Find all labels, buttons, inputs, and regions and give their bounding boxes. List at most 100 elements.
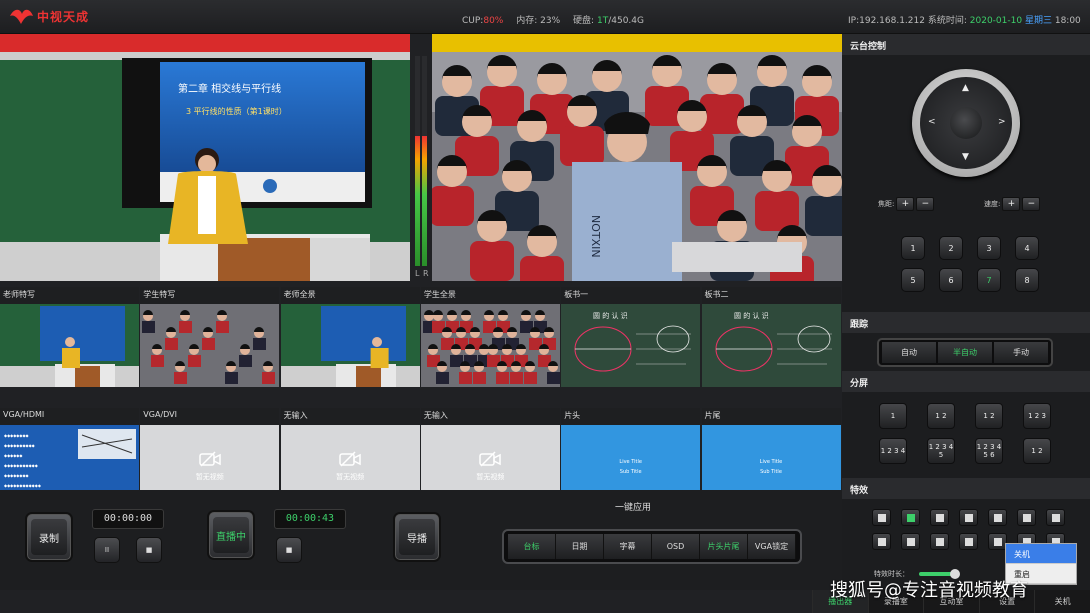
ptz-joystick[interactable]: ▲ ▼ < > [912, 69, 1020, 177]
focus-minus-button[interactable]: − [916, 197, 935, 211]
transition-effect-button[interactable] [1046, 509, 1065, 526]
apply-option[interactable]: OSD [652, 534, 700, 559]
effect-icon [907, 514, 915, 522]
preset-button[interactable]: 5 [901, 268, 925, 292]
teacher-video-frame: 第二章 相交线与平行线 3 平行线的性质（第1课时） [0, 52, 410, 281]
students-video-frame: NOTXIN [432, 52, 842, 281]
source-tile[interactable]: 学生特写 [140, 287, 280, 387]
split-layout-button[interactable]: 1 2 [927, 403, 955, 429]
transition-effect-button[interactable] [1017, 509, 1036, 526]
ptz-center-button[interactable] [950, 107, 982, 139]
transition-effect-button[interactable] [872, 533, 891, 550]
preset-button[interactable]: 2 [939, 236, 963, 260]
apply-option[interactable]: VGA锁定 [748, 534, 796, 559]
tracking-option[interactable]: 自动 [882, 342, 936, 363]
live-button[interactable]: 直播中 [207, 510, 255, 560]
split-layout-button[interactable]: 1 2 [1023, 438, 1051, 464]
stop-live-button[interactable]: ■ [276, 537, 302, 563]
effect-icon [994, 538, 1002, 546]
effect-icon [878, 538, 886, 546]
preset-button[interactable]: 7 [977, 268, 1001, 292]
transition-effect-button[interactable] [930, 509, 949, 526]
right-panel: 云台控制 ▲ ▼ < > 焦距: + − 速度: + − 12345678 跟踪… [842, 34, 1090, 613]
ptz-left-arrow-icon[interactable]: < [928, 117, 936, 127]
split-layout-button[interactable]: 1 2 3 4 5 [927, 438, 955, 464]
pause-button[interactable]: II [94, 537, 120, 563]
watermark: 搜狐号@专注音视频教育 [830, 580, 1028, 601]
mem-stat: 内存: 23% [516, 16, 561, 26]
apply-option[interactable]: 台标 [508, 534, 556, 559]
svg-text:◆◆◆◆◆◆: ◆◆◆◆◆◆ [4, 453, 23, 458]
split-layout-button[interactable]: 1 2 [975, 403, 1003, 429]
transition-effect-button[interactable] [872, 509, 891, 526]
source-tile[interactable]: 学生全景 [420, 287, 560, 387]
ptz-down-arrow-icon[interactable]: ▼ [962, 152, 969, 162]
meter-l-label: L [415, 269, 420, 278]
preset-button[interactable]: 6 [939, 268, 963, 292]
source-label: VGA/DVI [143, 410, 177, 419]
split-layout-button[interactable]: 1 2 3 4 [879, 438, 907, 464]
split-layout-button[interactable]: 1 2 3 4 5 6 [975, 438, 1003, 464]
split-layout-button[interactable]: 1 2 3 [1023, 403, 1051, 429]
speed-minus-button[interactable]: − [1022, 197, 1041, 211]
svg-text:◆◆◆◆◆◆◆◆◆◆◆◆: ◆◆◆◆◆◆◆◆◆◆◆◆ [4, 483, 42, 488]
source-tile[interactable]: 板书二圆 的 认 识 [701, 287, 841, 387]
preset-button[interactable]: 8 [1015, 268, 1039, 292]
tracking-mode-group: 自动 半自动 手动 [877, 338, 1053, 367]
system-stats: CUP:80% 内存: 23% 硬盘: 1T/450.4G [462, 13, 654, 26]
tracking-option[interactable]: 手动 [994, 342, 1048, 363]
classroom-camera-preview [420, 304, 560, 387]
effect-icon [936, 514, 944, 522]
camera-off-icon [479, 451, 502, 467]
transition-effect-button[interactable] [959, 509, 978, 526]
top-bar: 中视天成 CUP:80% 内存: 23% 硬盘: 1T/450.4G IP:19… [0, 0, 1090, 34]
source-label: VGA/HDMI [3, 410, 45, 419]
time-label: 系统时间: [927, 16, 967, 26]
focus-plus-button[interactable]: + [896, 197, 915, 211]
popup-item-shutdown[interactable]: 关机 [1006, 544, 1076, 564]
source-tile[interactable]: 老师特写 [0, 287, 139, 387]
apply-option[interactable]: 片头片尾 [700, 534, 748, 559]
ptz-up-arrow-icon[interactable]: ▲ [962, 83, 969, 93]
split-layout-button[interactable]: 1 [879, 403, 907, 429]
svg-text:◆◆◆◆◆◆◆◆: ◆◆◆◆◆◆◆◆ [4, 433, 30, 438]
apply-option[interactable]: 日期 [556, 534, 604, 559]
meter-left-bar [415, 56, 420, 266]
guide-button[interactable]: 导播 [393, 512, 441, 562]
transition-effect-button[interactable] [959, 533, 978, 550]
transition-effect-button[interactable] [930, 533, 949, 550]
source-label: 学生特写 [143, 290, 176, 299]
source-tile[interactable]: 老师全景 [280, 287, 420, 387]
no-signal-text: 暂无视频 [476, 473, 505, 481]
preset-button[interactable]: 3 [977, 236, 1001, 260]
ptz-right-arrow-icon[interactable]: > [998, 117, 1006, 127]
preset-button[interactable]: 4 [1015, 236, 1039, 260]
preview-monitor[interactable]: NOTXIN [432, 34, 842, 281]
no-signal-text: 暂无视频 [195, 473, 224, 481]
bottom-tab[interactable]: 关机 [1034, 590, 1090, 613]
record-button[interactable]: 录制 [25, 512, 73, 562]
cpu-value: 80% [483, 16, 504, 26]
svg-text:◆◆◆◆◆◆◆◆: ◆◆◆◆◆◆◆◆ [4, 473, 30, 478]
record-timer: 00:00:00 [92, 509, 164, 529]
tracking-option[interactable]: 半自动 [938, 342, 992, 363]
speed-plus-button[interactable]: + [1002, 197, 1021, 211]
blackboard-preview: 圆 的 认 识 [701, 304, 841, 387]
source-label: 无输入 [283, 411, 308, 420]
ptz-title: 云台控制 [842, 34, 1090, 55]
preset-button[interactable]: 1 [901, 236, 925, 260]
effect-icon [965, 538, 973, 546]
transition-effect-button[interactable] [988, 509, 1007, 526]
program-preview[interactable]: 第二章 相交线与平行线 3 平行线的性质（第1课时） [0, 34, 410, 281]
disk-total: /450.4G [608, 16, 644, 26]
date: 2020-01-10 [969, 16, 1023, 26]
transition-effect-button[interactable] [901, 533, 920, 550]
speed-control: 速度: + − [984, 197, 1041, 211]
teacher-camera-preview [0, 304, 139, 387]
tracking-title: 跟踪 [842, 312, 1090, 333]
stop-record-button[interactable]: ■ [136, 537, 162, 563]
transition-effect-button[interactable] [901, 509, 920, 526]
source-tile[interactable]: 板书一圆 的 认 识 [561, 287, 701, 387]
apply-option[interactable]: 字幕 [604, 534, 652, 559]
disk-value: 1T [596, 16, 609, 26]
